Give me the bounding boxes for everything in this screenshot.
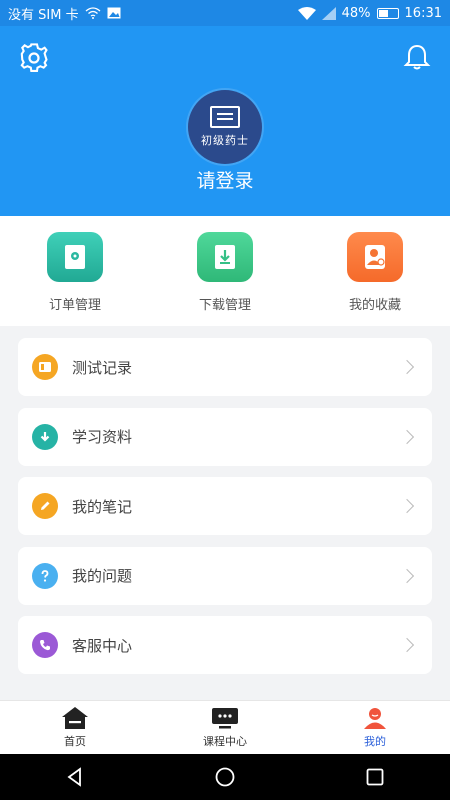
study-download-icon [32, 423, 58, 450]
menu-item-test-records[interactable]: 测试记录 [18, 338, 432, 396]
wifi-icon [297, 6, 316, 20]
gear-icon[interactable] [18, 42, 50, 74]
chevron-right-icon [399, 568, 415, 583]
carrier-text: 没有 SIM 卡 [8, 7, 79, 23]
favorite-user-icon [347, 232, 403, 282]
signal-icon [321, 6, 336, 20]
menu-label: 我的笔记 [72, 497, 133, 516]
menu-label: 我的问题 [72, 567, 133, 585]
menu-item-my-notes[interactable]: 我的笔记 [18, 477, 432, 535]
clock: 16:31 [404, 5, 442, 21]
test-record-icon [32, 354, 58, 380]
tab-home[interactable]: 首页 [15, 701, 135, 754]
tab-mine[interactable]: 我的 [315, 701, 435, 754]
menu-label: 学习资料 [72, 428, 133, 446]
quick-download-management[interactable]: 下载管理 [170, 232, 280, 313]
quick-label: 订单管理 [48, 298, 101, 313]
bottom-tab-bar: 首页 课程中心 我的 [0, 700, 450, 754]
download-icon [197, 232, 253, 282]
image-notification-icon [107, 7, 121, 19]
quick-actions: 订单管理 下载管理 我的收藏 [0, 216, 450, 326]
login-link[interactable]: 请登录 [0, 166, 450, 193]
chevron-right-icon [399, 359, 415, 375]
quick-order-management[interactable]: 订单管理 [20, 232, 130, 313]
menu-label: 测试记录 [72, 358, 133, 377]
home-icon [62, 707, 88, 729]
wifi-small-icon [85, 7, 101, 19]
profile-header: 初级药士 请登录 [0, 26, 450, 216]
tab-label: 课程中心 [203, 735, 247, 748]
menu-item-my-questions[interactable]: 我的问题 [18, 546, 432, 605]
tab-label: 我的 [364, 735, 386, 748]
quick-label: 下载管理 [198, 298, 251, 313]
menu-list: 测试记录 学习资料 我的笔记 我的问题 客服中心 [18, 338, 432, 686]
quick-favorites[interactable]: 我的收藏 [320, 232, 430, 313]
phone-icon [32, 632, 58, 658]
tab-label: 首页 [64, 735, 86, 748]
recents-icon[interactable] [364, 766, 386, 788]
pencil-icon [32, 493, 58, 519]
battery-icon [376, 7, 399, 19]
avatar-text: 初级药士 [201, 134, 249, 147]
menu-item-customer-service[interactable]: 客服中心 [18, 616, 432, 674]
order-icon [47, 232, 103, 282]
status-bar: 没有 SIM 卡 48% 16:31 [0, 0, 450, 26]
battery-percent: 48% [341, 5, 371, 21]
book-logo-icon [210, 106, 240, 128]
profile-icon [364, 708, 386, 729]
question-icon [32, 562, 58, 589]
tab-course-center[interactable]: 课程中心 [165, 701, 285, 754]
chevron-right-icon [399, 498, 415, 514]
back-icon[interactable] [64, 766, 86, 788]
quick-label: 我的收藏 [348, 298, 401, 313]
course-icon [212, 708, 238, 729]
system-nav-bar [0, 754, 450, 800]
bell-icon[interactable] [402, 42, 432, 72]
avatar[interactable]: 初级药士 [188, 90, 262, 164]
menu-label: 客服中心 [72, 636, 133, 655]
home-circle-icon[interactable] [214, 766, 236, 788]
menu-item-study-materials[interactable]: 学习资料 [18, 407, 432, 466]
chevron-right-icon [399, 429, 415, 444]
chevron-right-icon [399, 637, 415, 653]
